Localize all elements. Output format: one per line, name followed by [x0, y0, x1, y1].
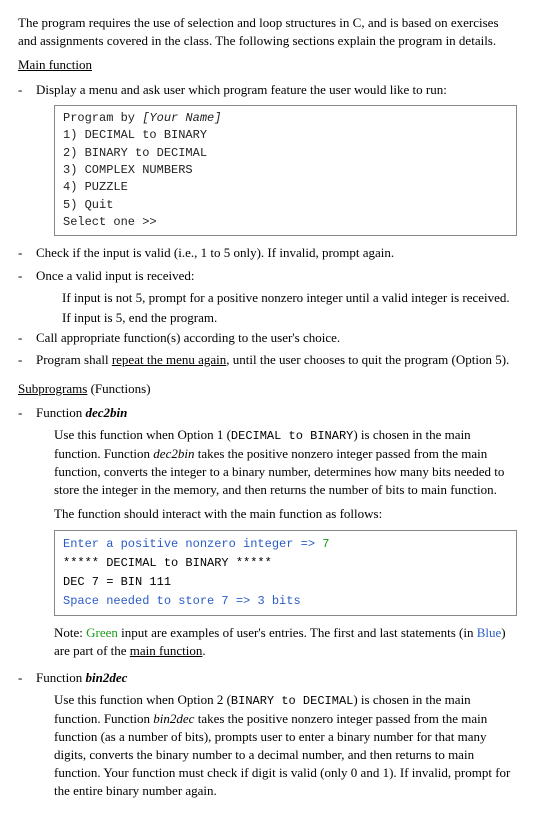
dec2bin-bullet: - Function dec2bin	[18, 404, 517, 422]
bin2dec-bullet: - Function bin2dec	[18, 669, 517, 687]
interaction-code-box: Enter a positive nonzero integer => 7 **…	[54, 530, 517, 617]
dec2bin-p1: Use this function when Option 1 (DECIMAL…	[54, 426, 517, 499]
b2d-title-a: Function	[36, 670, 85, 685]
note-c: input are examples of user's entries. Th…	[118, 625, 477, 640]
main-bullet-3-sub: If input is not 5, prompt for a positive…	[40, 289, 517, 327]
intro-paragraph: The program requires the use of selectio…	[18, 14, 517, 50]
note-b: Green	[86, 625, 118, 640]
bullet-dash: -	[18, 329, 36, 347]
bullet-content: Call appropriate function(s) according t…	[36, 329, 517, 347]
menu-line-4: 3) COMPLEX NUMBERS	[63, 163, 193, 177]
sub-item-b: If input is 5, end the program.	[62, 309, 517, 327]
b5c: , until the user chooses to quit the pro…	[226, 352, 509, 367]
d2b-p1d: dec2bin	[153, 446, 194, 461]
b2d-p1b: BINARY to DECIMAL	[231, 694, 353, 708]
int-l4a: Space needed to store 7 =>	[63, 594, 257, 608]
b2d-title-b: bin2dec	[85, 670, 127, 685]
bullet-dash: -	[18, 404, 36, 422]
note-d: Blue	[477, 625, 502, 640]
int-l1b: 7	[322, 537, 329, 551]
subprograms-heading: Subprograms (Functions)	[18, 380, 517, 398]
int-l4b: 3 bits	[257, 594, 300, 608]
main-bullet-3: - Once a valid input is received:	[18, 267, 517, 285]
b5b: repeat the menu again	[112, 352, 226, 367]
d2b-p1a: Use this function when Option 1 (	[54, 427, 231, 442]
main-bullet-2: - Check if the input is valid (i.e., 1 t…	[18, 244, 517, 262]
menu-line-2: 1) DECIMAL to BINARY	[63, 128, 207, 142]
bullet-content: Check if the input is valid (i.e., 1 to …	[36, 244, 517, 262]
menu-line-5: 4) PUZZLE	[63, 180, 128, 194]
b5a: Program shall	[36, 352, 112, 367]
main-bullet-5: - Program shall repeat the menu again, u…	[18, 351, 517, 369]
int-l1a: Enter a positive nonzero integer =>	[63, 537, 322, 551]
bullet-dash: -	[18, 351, 36, 369]
sub-item-a: If input is not 5, prompt for a positive…	[62, 289, 517, 307]
bullet-content: Function bin2dec	[36, 669, 517, 687]
d2b-title-a: Function	[36, 405, 85, 420]
bullet-content: Once a valid input is received:	[36, 267, 517, 285]
main-function-heading: Main function	[18, 56, 517, 74]
int-l2: ***** DECIMAL to BINARY *****	[63, 556, 272, 570]
main-bullet-4: - Call appropriate function(s) according…	[18, 329, 517, 347]
dec2bin-p2: The function should interact with the ma…	[54, 505, 517, 523]
bullet-content: Program shall repeat the menu again, unt…	[36, 351, 517, 369]
bullet-dash: -	[18, 669, 36, 687]
menu-line-1b: [Your Name]	[142, 111, 221, 125]
bullet-dash: -	[18, 244, 36, 262]
int-l3: DEC 7 = BIN 111	[63, 575, 171, 589]
bullet-dash: -	[18, 81, 36, 99]
note-f: main function	[130, 643, 203, 658]
menu-line-3: 2) BINARY to DECIMAL	[63, 146, 207, 160]
menu-line-6: 5) Quit	[63, 198, 113, 212]
main-bullet-1: - Display a menu and ask user which prog…	[18, 81, 517, 99]
b2d-p1a: Use this function when Option 2 (	[54, 692, 231, 707]
bullet-dash: -	[18, 267, 36, 285]
d2b-p1b: DECIMAL to BINARY	[231, 429, 353, 443]
menu-line-7: Select one >>	[63, 215, 157, 229]
bullet-content: Function dec2bin	[36, 404, 517, 422]
menu-code-box: Program by [Your Name] 1) DECIMAL to BIN…	[54, 105, 517, 237]
note-g: .	[202, 643, 205, 658]
note-a: Note:	[54, 625, 86, 640]
d2b-title-b: dec2bin	[85, 405, 127, 420]
menu-line-1a: Program by	[63, 111, 142, 125]
bin2dec-p1: Use this function when Option 2 (BINARY …	[54, 691, 517, 801]
dec2bin-note: Note: Green input are examples of user's…	[54, 624, 517, 660]
b2d-p1d: bin2dec	[153, 711, 194, 726]
bullet-content: Display a menu and ask user which progra…	[36, 81, 517, 99]
